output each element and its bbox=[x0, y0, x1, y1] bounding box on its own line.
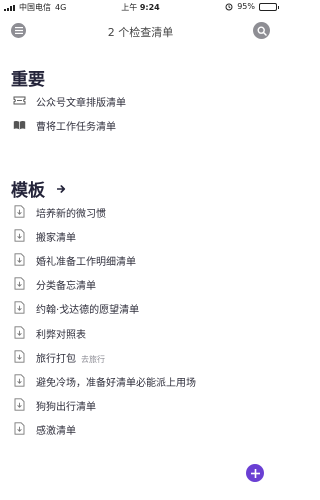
clock: 9:24 bbox=[139, 3, 160, 12]
list-item[interactable]: 曹将工作任务清单 bbox=[0, 114, 281, 134]
list-item[interactable]: 约翰·戈达德的愿望清单 bbox=[0, 297, 281, 317]
list-item-text: 旅行打包 bbox=[36, 353, 76, 365]
list-item[interactable]: 搬家清单 bbox=[0, 225, 281, 245]
list-item[interactable]: 分类备忘清单 bbox=[0, 273, 281, 293]
ticket-icon bbox=[12, 94, 26, 107]
list-item-label: 狗狗出行清单 bbox=[36, 398, 96, 413]
section-title-important: 重要 bbox=[11, 70, 45, 90]
battery-percent: 95% bbox=[237, 2, 255, 11]
download-doc-icon bbox=[12, 398, 26, 411]
list-item-label: 避免冷场，准备好清单必能派上用场 bbox=[36, 374, 196, 389]
book-icon bbox=[12, 118, 26, 131]
list-item-label: 利弊对照表 bbox=[36, 326, 86, 341]
list-item-label: 分类备忘清单 bbox=[36, 277, 96, 292]
list-item[interactable]: 公众号文章排版清单 bbox=[0, 90, 281, 110]
list-item-label: 感激清单 bbox=[36, 422, 76, 437]
list-item-text: 分类备忘清单 bbox=[36, 281, 96, 293]
list-item[interactable]: 利弊对照表 bbox=[0, 322, 281, 342]
download-doc-icon bbox=[12, 374, 26, 387]
download-doc-icon bbox=[12, 205, 26, 218]
search-button[interactable] bbox=[253, 22, 270, 39]
list-item[interactable]: 感激清单 bbox=[0, 418, 281, 438]
time-prefix: 上午 bbox=[121, 3, 138, 12]
alarm-icon bbox=[225, 3, 233, 10]
section-title-templates: 模板 bbox=[11, 181, 45, 201]
list-item-text: 利弊对照表 bbox=[36, 329, 86, 341]
list-item-text: 搬家清单 bbox=[36, 233, 76, 245]
list-item-label: 婚礼准备工作明细清单 bbox=[36, 253, 136, 268]
list-item[interactable]: 培养新的微习惯 bbox=[0, 201, 281, 221]
arrow-right-icon[interactable] bbox=[57, 185, 66, 193]
list-item[interactable]: 避免冷场，准备好清单必能派上用场 bbox=[0, 370, 281, 390]
list-item-label: 旅行打包 去旅行 bbox=[36, 350, 105, 365]
list-item-label: 曹将工作任务清单 bbox=[36, 122, 116, 133]
list-item-text: 培养新的微习惯 bbox=[36, 209, 106, 220]
list-item-label: 搬家清单 bbox=[36, 229, 76, 244]
status-right: 95% bbox=[225, 2, 279, 11]
status-bar: 中国电信 4G 上午 9:24 95% bbox=[0, 0, 281, 14]
download-doc-icon bbox=[12, 325, 26, 339]
download-doc-icon bbox=[12, 349, 26, 363]
list-item-text: 约翰·戈达德的愿望清单 bbox=[36, 305, 140, 317]
download-doc-icon bbox=[12, 301, 26, 315]
list-item-text: 婚礼准备工作明细清单 bbox=[36, 257, 136, 269]
search-icon bbox=[256, 25, 267, 36]
list-item-tag: 去旅行 bbox=[81, 354, 105, 364]
add-checklist-button[interactable] bbox=[246, 464, 264, 482]
list-item[interactable]: 狗狗出行清单 bbox=[0, 394, 281, 414]
list-item-label: 约翰·戈达德的愿望清单 bbox=[36, 301, 139, 316]
download-doc-icon bbox=[12, 253, 26, 266]
nav-bar: 2 个检查清单 bbox=[0, 16, 281, 46]
list-item-label: 培养新的微习惯 bbox=[36, 205, 106, 220]
list-item[interactable]: 婚礼准备工作明细清单 bbox=[0, 249, 281, 269]
download-doc-icon bbox=[12, 277, 26, 290]
list-item-text: 狗狗出行清单 bbox=[36, 401, 96, 413]
plus-icon bbox=[250, 468, 260, 478]
page-title: 2 个检查清单 bbox=[107, 26, 174, 39]
battery-icon bbox=[259, 2, 279, 11]
list-item-label: 公众号文章排版清单 bbox=[36, 98, 126, 109]
section-header-templates: 模板 bbox=[11, 176, 66, 201]
download-doc-icon bbox=[12, 422, 26, 435]
list-item[interactable]: 旅行打包 去旅行 bbox=[0, 346, 281, 366]
download-doc-icon bbox=[12, 229, 26, 242]
list-item-text: 感激清单 bbox=[36, 425, 76, 437]
list-item-text: 避免冷场，准备好清单必能派上用场 bbox=[36, 377, 196, 389]
